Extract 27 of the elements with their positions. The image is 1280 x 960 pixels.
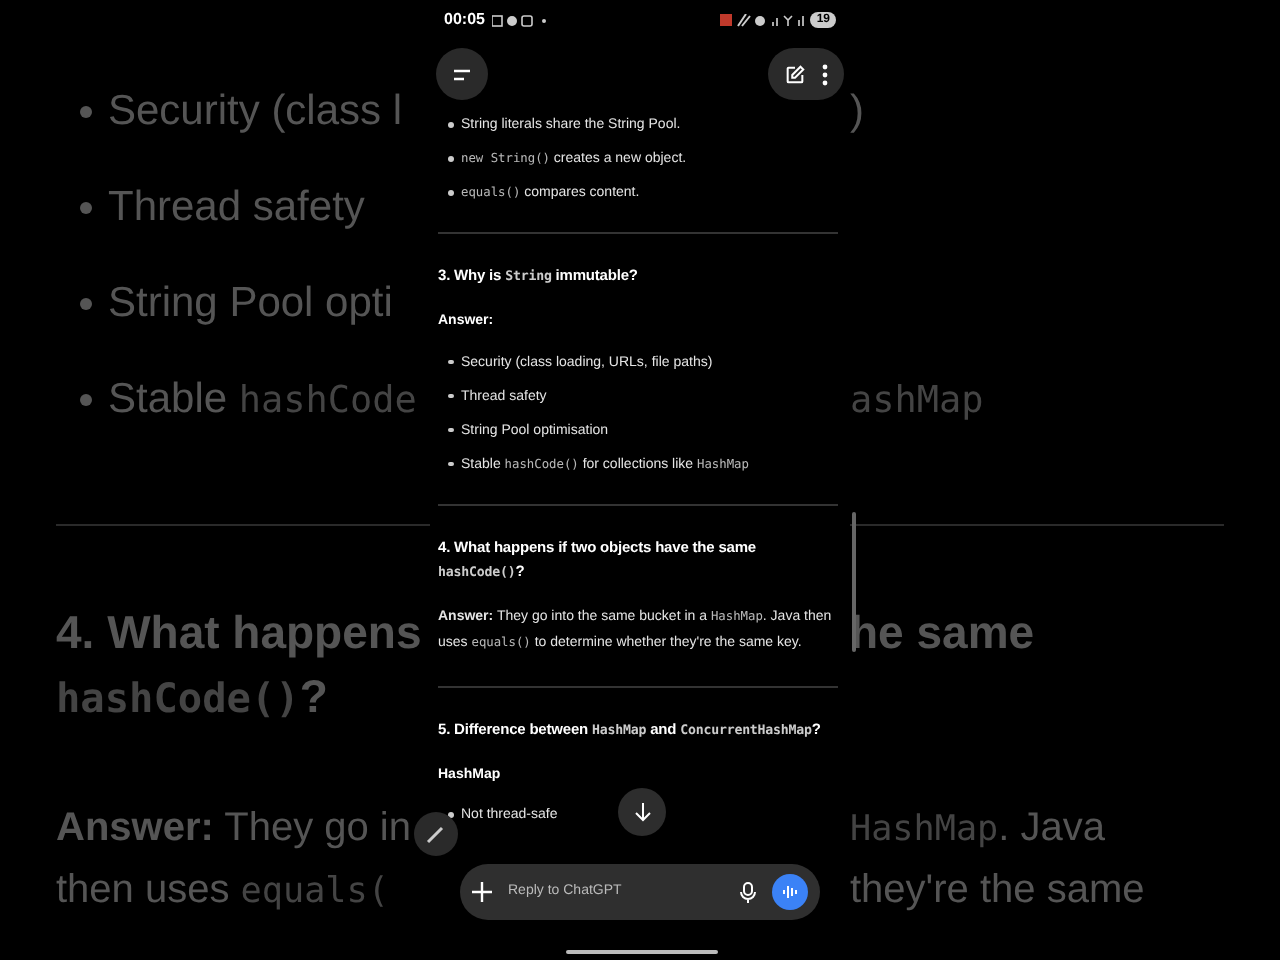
paragraph-line: then uses equals( [56,865,389,915]
edit-icon[interactable] [784,63,806,85]
list-item: ashMap [850,378,984,427]
status-icons [720,13,805,27]
list-item: ) [850,86,864,139]
list-item: Security (class l [80,80,403,144]
paragraph-line: HashMap. Java [850,803,1106,853]
paragraph-line: they're the same [850,865,1145,915]
menu-icon [452,67,472,81]
voice-button[interactable] [772,874,808,910]
more-icon[interactable] [822,63,828,85]
waveform-icon [781,884,799,900]
menu-button[interactable] [436,48,488,100]
scroll-down-button[interactable] [618,788,666,836]
scrollbar-thumb [852,512,856,652]
heading: 4. What happens [56,603,422,662]
list-item: Thread safety [80,176,365,240]
edit-button[interactable] [414,812,458,856]
arrow-down-icon [633,802,651,822]
paragraph-line: Answer: They go in [56,803,411,853]
plus-icon[interactable] [472,882,492,902]
microphone-icon[interactable] [740,881,756,903]
clock: 00:05 [444,8,485,32]
notification-icons [492,13,549,27]
list-item: Stable hashCode [80,368,417,432]
heading: hashCode()? [56,667,328,726]
list-item: String Pool opti [80,272,393,336]
